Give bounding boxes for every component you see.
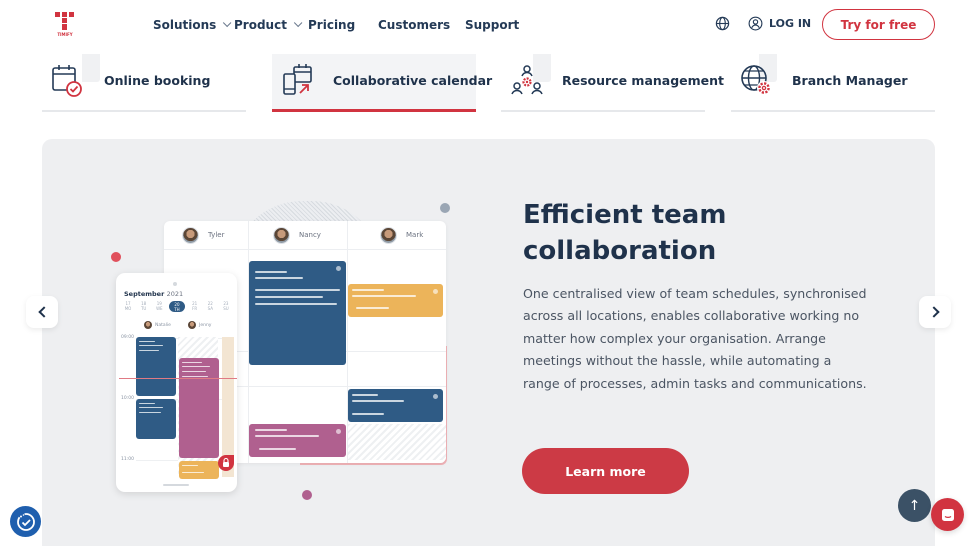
hero-description: One centralised view of team schedules, … [523,286,867,391]
calendar-event [348,389,443,422]
avatar [182,226,199,244]
globe-icon [715,16,730,31]
accessibility-icon [16,512,35,531]
lock-badge [218,455,234,471]
chevron-left-icon [37,306,50,318]
chevron-right-icon [927,306,940,318]
tab-resource-management[interactable]: Resource management [501,54,724,112]
lock-icon [223,457,229,467]
language-selector[interactable] [715,16,730,31]
home-indicator [163,484,189,486]
tab-label: Collaborative calendar [333,73,493,88]
calendar-event [249,424,346,457]
hero-title: Efficient team collaboration [523,200,727,266]
phone-camera [173,282,177,286]
try-for-free-button[interactable]: Try for free [822,9,935,40]
day-cell: 17 MO [124,301,132,311]
calendar-event [136,399,176,439]
team-gear-icon [511,65,543,95]
carousel-next-button[interactable] [919,296,951,328]
tab-label: Online booking [104,73,211,88]
decorative-dot [111,252,121,262]
calendar-check-icon [52,65,82,97]
tab-collaborative-calendar[interactable]: Collaborative calendar [272,54,492,112]
tab-label: Branch Manager [792,73,908,88]
chat-icon [941,508,954,521]
arrow-up-icon: ↑ [908,497,921,514]
day-cell: 19 WE [156,301,163,311]
tab-branch-manager[interactable]: Branch Manager [731,54,935,112]
nav-support[interactable]: Support [465,18,519,32]
day-cell-selected: 20 TH [168,301,185,312]
avatar [380,226,397,244]
time-label: 09:00 [121,335,134,340]
staff-column-header: Tyler [182,221,224,249]
logo-wordmark: TIMIFY [57,32,73,37]
row-divider [164,249,446,250]
scroll-to-top-button[interactable]: ↑ [898,489,931,522]
logo-block [69,12,74,17]
nav-label: Support [465,18,520,32]
globe-gear-icon [741,65,771,95]
chat-button[interactable] [931,498,964,531]
blocked-time [348,424,446,460]
tab-underline [42,110,246,112]
nav-label: Pricing [308,18,356,32]
calendar-event [136,337,176,396]
login-label: LOG IN [769,17,812,30]
decorative-dot [440,203,450,213]
day-cell: 18 TU [140,301,147,311]
staff-column-header: Mark [380,221,423,249]
tab-underline [731,110,935,112]
accessibility-button[interactable] [10,506,41,537]
avatar [273,226,290,244]
nav-product[interactable]: Product [234,18,303,32]
nav-customers[interactable]: Customers [378,18,450,32]
week-strip: 17 MO 18 TU 19 WE 20 TH 21 FR 22 SA 23 SU [122,301,232,312]
phone-staff: Jenny [188,321,211,329]
logo-block [55,12,60,17]
tab-online-booking[interactable]: Online booking [42,54,246,112]
time-label: 10:00 [121,396,134,401]
avatar [144,321,152,329]
devices-calendar-icon [283,64,312,95]
calendar-event [179,358,219,458]
chevron-down-icon [293,18,303,28]
carousel-prev-button[interactable] [26,296,58,328]
logo-block [62,18,67,23]
calendar-event [348,284,443,317]
learn-more-button[interactable]: Learn more [522,448,689,494]
nav-label: Customers [378,18,451,32]
time-label: 11:00 [121,457,134,462]
nav-label: Solutions [153,18,217,32]
logo-block [62,24,67,30]
calendar-event [249,261,346,365]
day-cell: 22 SA [207,301,213,311]
day-cell: 21 FR [192,301,198,311]
current-time-indicator [119,378,237,379]
day-cell: 23 SU [223,301,229,311]
login-link[interactable]: LOG IN [748,16,811,31]
staff-column-header: Nancy [273,221,321,249]
nav-solutions[interactable]: Solutions [153,18,232,32]
staff-name: Nancy [299,231,321,239]
calendar-event [179,461,219,479]
staff-name: Mark [406,231,424,239]
tab-active-underline [272,109,476,112]
nav-pricing[interactable]: Pricing [308,18,355,32]
tab-label: Resource management [562,73,725,88]
chevron-down-icon [223,18,232,28]
tab-underline [501,110,705,112]
logo-block [62,12,67,17]
timify-logo[interactable]: TIMIFY [55,12,75,38]
user-icon [748,16,763,31]
nav-label: Product [234,18,287,32]
calendar-month: September 2021 [124,290,184,298]
staff-name: Tyler [208,231,225,239]
avatar [188,321,196,329]
decorative-dot [302,490,312,500]
phone-staff: Natalie [144,321,171,329]
